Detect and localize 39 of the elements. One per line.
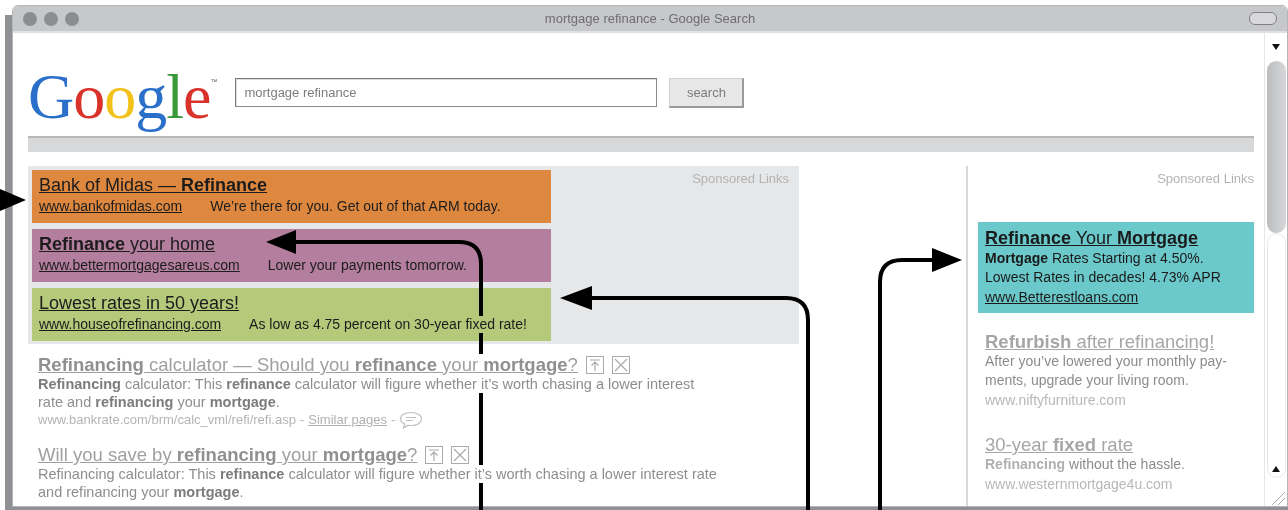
ad-title-link[interactable]: Lowest rates in 50 years! — [39, 293, 240, 314]
result-snippet: Refinancing calculator: This refinance calculator will figure whether it’s worth chasing a lower interest rate and refinancing your mortgage. — [38, 375, 696, 411]
ad-text: After you’ve lowered your monthly pay- ments, upgrade your living room. — [985, 352, 1228, 390]
scroll-up-icon[interactable] — [1272, 465, 1280, 473]
remove-icon[interactable] — [611, 355, 630, 374]
ad-url-link[interactable]: www.Betterestloans.com — [985, 287, 1139, 307]
search-button[interactable]: search — [669, 78, 745, 108]
promote-icon[interactable] — [425, 445, 444, 464]
window-button[interactable] — [44, 11, 58, 26]
ad-title-link[interactable]: Bank of Midas — Refinance — [39, 175, 268, 196]
ad-title-link[interactable]: Refinance Your Mortgage — [985, 228, 1199, 249]
result-url: www.bankrate.com/brm/calc_vml/refi/refi.asp — [38, 411, 296, 429]
ad-url-link[interactable]: www.houseofrefinancing.com — [39, 316, 222, 333]
scroll-down-icon[interactable] — [1272, 43, 1280, 51]
ad-url-link[interactable]: www.bankofmidas.com — [39, 198, 183, 215]
arrow — [0, 189, 26, 211]
search-field[interactable]: mortgage refinance — [235, 78, 658, 107]
comment-icon[interactable] — [399, 411, 424, 429]
ad-title-link[interactable]: Refinance your home — [39, 234, 216, 255]
scrollbar[interactable] — [1264, 33, 1287, 506]
ad-url: www.westernmortgage4u.com — [985, 475, 1173, 494]
ad-url: www.niftyfurniture.com — [985, 391, 1126, 410]
result-title-link[interactable]: Refinancing calculator — Should you refinance your mortgage? — [38, 354, 578, 375]
sponsored-label: Sponsored Links — [1157, 171, 1254, 186]
window-title: mortgage refinance - Google Search — [544, 11, 756, 26]
separator: - — [391, 411, 396, 429]
remove-icon[interactable] — [451, 445, 470, 464]
ad-text: Lower your payments tomorrow. — [267, 257, 467, 274]
promote-icon[interactable] — [585, 355, 604, 374]
ad-text: We’re there for you. Get out of that ARM today. — [210, 198, 501, 215]
ad-url-link[interactable]: www.bettermortgagesareus.com — [39, 257, 240, 274]
window-button[interactable] — [23, 11, 37, 26]
ad-text: As low as 4.75 percent on 30-year fixed rate! — [249, 316, 527, 333]
toolbar-toggle-button[interactable] — [1249, 12, 1277, 25]
window-button[interactable] — [65, 11, 79, 26]
separator: - — [299, 411, 305, 429]
scroll-thumb[interactable] — [1267, 61, 1286, 233]
result-snippet: Refinancing calculator: This refinance calculator will figure whether it’s worth chasing a lower interest rate and refinancing your mortgage. — [38, 465, 718, 501]
ad-text: Refinancing without the hassle. — [985, 455, 1186, 474]
